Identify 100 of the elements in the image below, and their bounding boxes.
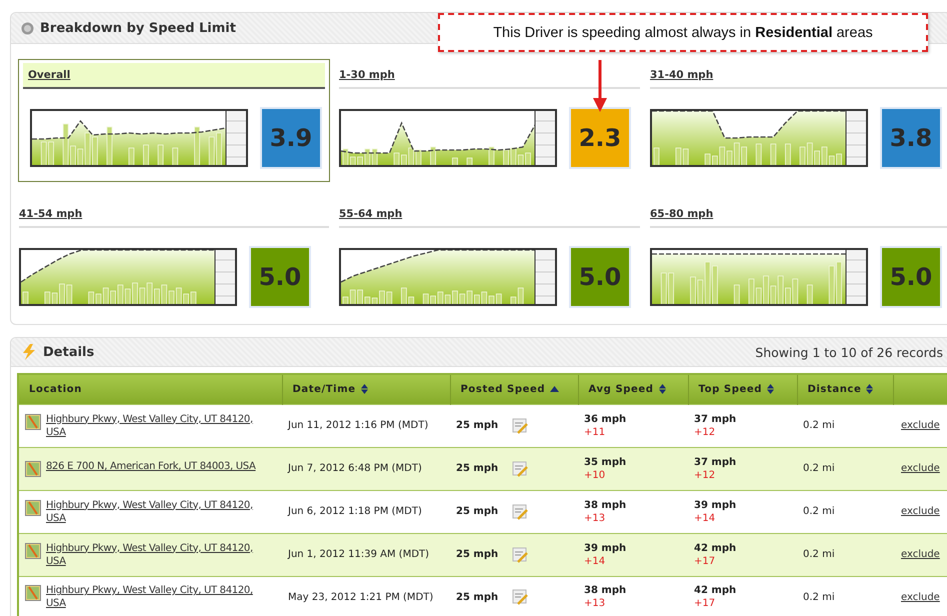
location-link[interactable]: Highbury Pkwy, West Valley City, UT 84120, USA	[46, 498, 258, 524]
chart-bar	[128, 148, 134, 166]
exclude-link[interactable]: exclude	[901, 420, 940, 431]
avg-speed: 36 mph	[584, 412, 628, 426]
speed-range-link[interactable]: 31-40 mph	[650, 69, 714, 81]
location-link[interactable]: Highbury Pkwy, West Valley City, UT 84120, USA	[46, 584, 258, 610]
posted-speed: 25 mph	[456, 506, 498, 517]
chart-bar	[172, 148, 178, 166]
chart-bar	[756, 144, 762, 166]
top-speed: 42 mph	[694, 542, 738, 554]
edit-sign-icon[interactable]	[512, 546, 528, 562]
chart-bar	[22, 292, 28, 306]
chart-bar	[92, 136, 98, 166]
speed-range-link[interactable]: 65-80 mph	[650, 208, 714, 220]
chart-bar	[190, 292, 196, 306]
speed-range-link[interactable]: 55-64 mph	[339, 208, 402, 220]
avg-speed: 38 mph	[584, 498, 628, 512]
sort-icon[interactable]	[767, 384, 774, 394]
circle-icon	[21, 22, 34, 34]
panel-title: Details	[43, 344, 94, 360]
chart-grid	[214, 250, 236, 304]
over-limit: +13	[584, 512, 606, 524]
location-link[interactable]: 826 E 700 N, American Fork, UT 84003, USA	[46, 460, 258, 473]
chart-bar	[430, 146, 436, 166]
column-header[interactable]: Date/Time	[282, 374, 450, 404]
chart-bar	[806, 284, 813, 306]
speed-range-card[interactable]: 55-64 mph 5.0	[338, 198, 641, 321]
records-summary: Showing 1 to 10 of 26 records	[755, 344, 943, 360]
chart-bar	[194, 126, 200, 166]
edit-sign-icon[interactable]	[512, 589, 528, 606]
chart-bar	[654, 148, 660, 166]
over-limit: +12	[694, 426, 716, 438]
chart-bar	[704, 154, 710, 166]
annotation-callout: This Driver is speeding almost always in Residential areas	[438, 13, 928, 52]
posted-speed: 25 mph	[456, 549, 498, 560]
exclude-link[interactable]: exclude	[901, 549, 940, 560]
over-limit: +17	[694, 554, 716, 568]
top-speed: 37 mph	[694, 456, 738, 468]
speed-range-card[interactable]: 65-80 mph 5.0	[649, 198, 947, 321]
chart-bar	[503, 150, 509, 166]
chart-bar	[785, 144, 791, 166]
edit-sign-icon[interactable]	[512, 504, 528, 520]
sort-ascending-icon[interactable]	[550, 386, 560, 392]
avg-speed: 35 mph	[584, 456, 628, 468]
distance-cell: 0.2 mi	[797, 533, 893, 576]
speed-range-card[interactable]: 41-54 mph 5.0	[18, 198, 330, 321]
map-icon[interactable]	[25, 414, 41, 430]
score-tile: 3.9	[262, 109, 320, 167]
column-header[interactable]: Location	[18, 374, 282, 404]
chart-bar	[158, 144, 164, 166]
lightning-icon	[21, 344, 37, 360]
map-icon[interactable]	[25, 542, 41, 558]
column-header[interactable]: Avg Speed	[578, 374, 688, 404]
panel-title: Breakdown by Speed Limit	[40, 20, 236, 36]
annotation-arrow	[593, 60, 607, 112]
column-header[interactable]: Distance	[797, 374, 893, 404]
over-limit: +10	[584, 468, 606, 482]
chart-bar	[452, 158, 458, 166]
over-limit: +13	[584, 597, 606, 610]
avg-speed: 38 mph	[584, 584, 628, 598]
sort-icon[interactable]	[866, 384, 874, 394]
date-cell: Jun 7, 2012 6:48 PM (MDT)	[282, 447, 450, 490]
map-icon[interactable]	[25, 585, 41, 602]
exclude-link[interactable]: exclude	[901, 463, 940, 474]
column-header[interactable]: Top Speed	[688, 374, 797, 404]
speed-range-link[interactable]: 41-54 mph	[19, 208, 82, 220]
date-cell: Jun 1, 2012 11:39 AM (MDT)	[282, 533, 450, 576]
top-speed: 39 mph	[694, 498, 738, 512]
column-header[interactable]: Posted Speed	[450, 374, 578, 404]
score-tile: 5.0	[882, 248, 940, 306]
speed-range-card[interactable]: 31-40 mph 3.8	[649, 59, 947, 182]
chart-grid	[534, 111, 556, 165]
exclude-link[interactable]: exclude	[901, 506, 940, 517]
score-tile: 5.0	[571, 248, 629, 306]
edit-sign-icon[interactable]	[512, 460, 528, 476]
location-link[interactable]: Highbury Pkwy, West Valley City, UT 84120, USA	[46, 412, 258, 438]
avg-speed: 39 mph	[584, 542, 628, 554]
score-tile: 3.8	[882, 109, 940, 167]
chart-bar	[106, 126, 112, 166]
speed-range-card[interactable]: 1-30 mph 2.3	[338, 59, 641, 182]
chart-bar	[488, 146, 494, 166]
sort-icon[interactable]	[360, 384, 368, 394]
edit-sign-icon[interactable]	[512, 418, 528, 434]
map-icon[interactable]	[25, 461, 41, 477]
speed-range-link[interactable]: Overall	[28, 69, 70, 81]
over-limit: +11	[584, 426, 606, 438]
top-speed: 37 mph	[694, 412, 738, 426]
chart-grid	[846, 250, 866, 304]
distance-cell: 0.2 mi	[797, 447, 893, 490]
posted-speed: 25 mph	[456, 592, 498, 603]
chart-bar	[394, 152, 400, 166]
speed-range-card[interactable]: Overall 3.9	[18, 59, 330, 182]
chart-grid	[846, 111, 866, 165]
sort-icon[interactable]	[658, 384, 666, 394]
over-limit: +12	[694, 468, 716, 482]
speed-range-link[interactable]: 1-30 mph	[339, 69, 395, 81]
chart-bar	[734, 284, 740, 306]
map-icon[interactable]	[25, 500, 41, 516]
exclude-link[interactable]: exclude	[901, 592, 940, 603]
location-link[interactable]: Highbury Pkwy, West Valley City, UT 84120, USA	[46, 542, 258, 568]
